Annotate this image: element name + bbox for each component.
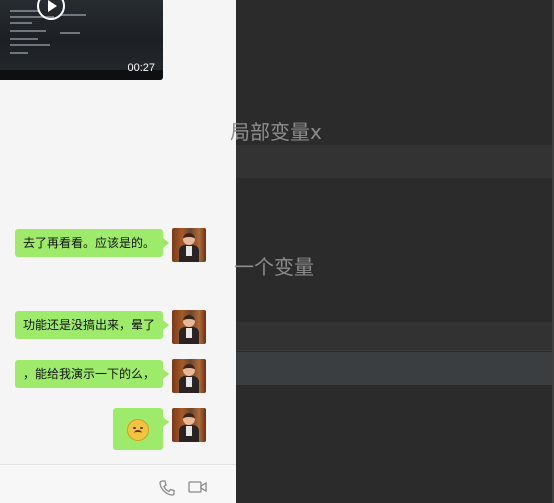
video-call-icon[interactable] xyxy=(188,479,208,499)
editor-highlight-band xyxy=(236,145,554,178)
avatar[interactable] xyxy=(172,310,206,344)
message-bubble[interactable]: 功能还是没搞出来，晕了 xyxy=(14,311,170,339)
editor-highlight-band xyxy=(236,352,554,385)
video-duration: 00:27 xyxy=(127,62,155,74)
sad-face-icon xyxy=(127,419,149,441)
message-bubble[interactable]: ，能给我演示一下的么， xyxy=(14,360,170,388)
chat-footer-toolbar xyxy=(0,464,236,503)
video-message[interactable]: 00:27 xyxy=(0,0,163,80)
video-thumbnail xyxy=(0,0,163,70)
message-text: 功能还是没搞出来，晕了 xyxy=(22,318,155,332)
avatar[interactable] xyxy=(172,228,206,262)
editor-highlight-band xyxy=(236,322,554,351)
avatar[interactable] xyxy=(172,359,206,393)
message-text: ，能给我演示一下的么， xyxy=(22,367,155,381)
emoji-message-bubble[interactable] xyxy=(113,408,169,450)
avatar[interactable] xyxy=(172,408,206,442)
message-bubble[interactable]: 去了再看看。应该是的。 xyxy=(14,229,170,257)
editor-text-line: 局部变量x xyxy=(230,120,322,144)
message-text: 去了再看看。应该是的。 xyxy=(22,236,155,250)
editor-area: 局部变量x 一个变量 xyxy=(230,0,554,503)
phone-icon[interactable] xyxy=(158,479,176,501)
chat-panel: 00:27 去了再看看。应该是的。 功能还是没搞出来，晕了 ，能给我演示一下的么… xyxy=(0,0,236,503)
editor-text-line: 一个变量 xyxy=(234,255,314,279)
